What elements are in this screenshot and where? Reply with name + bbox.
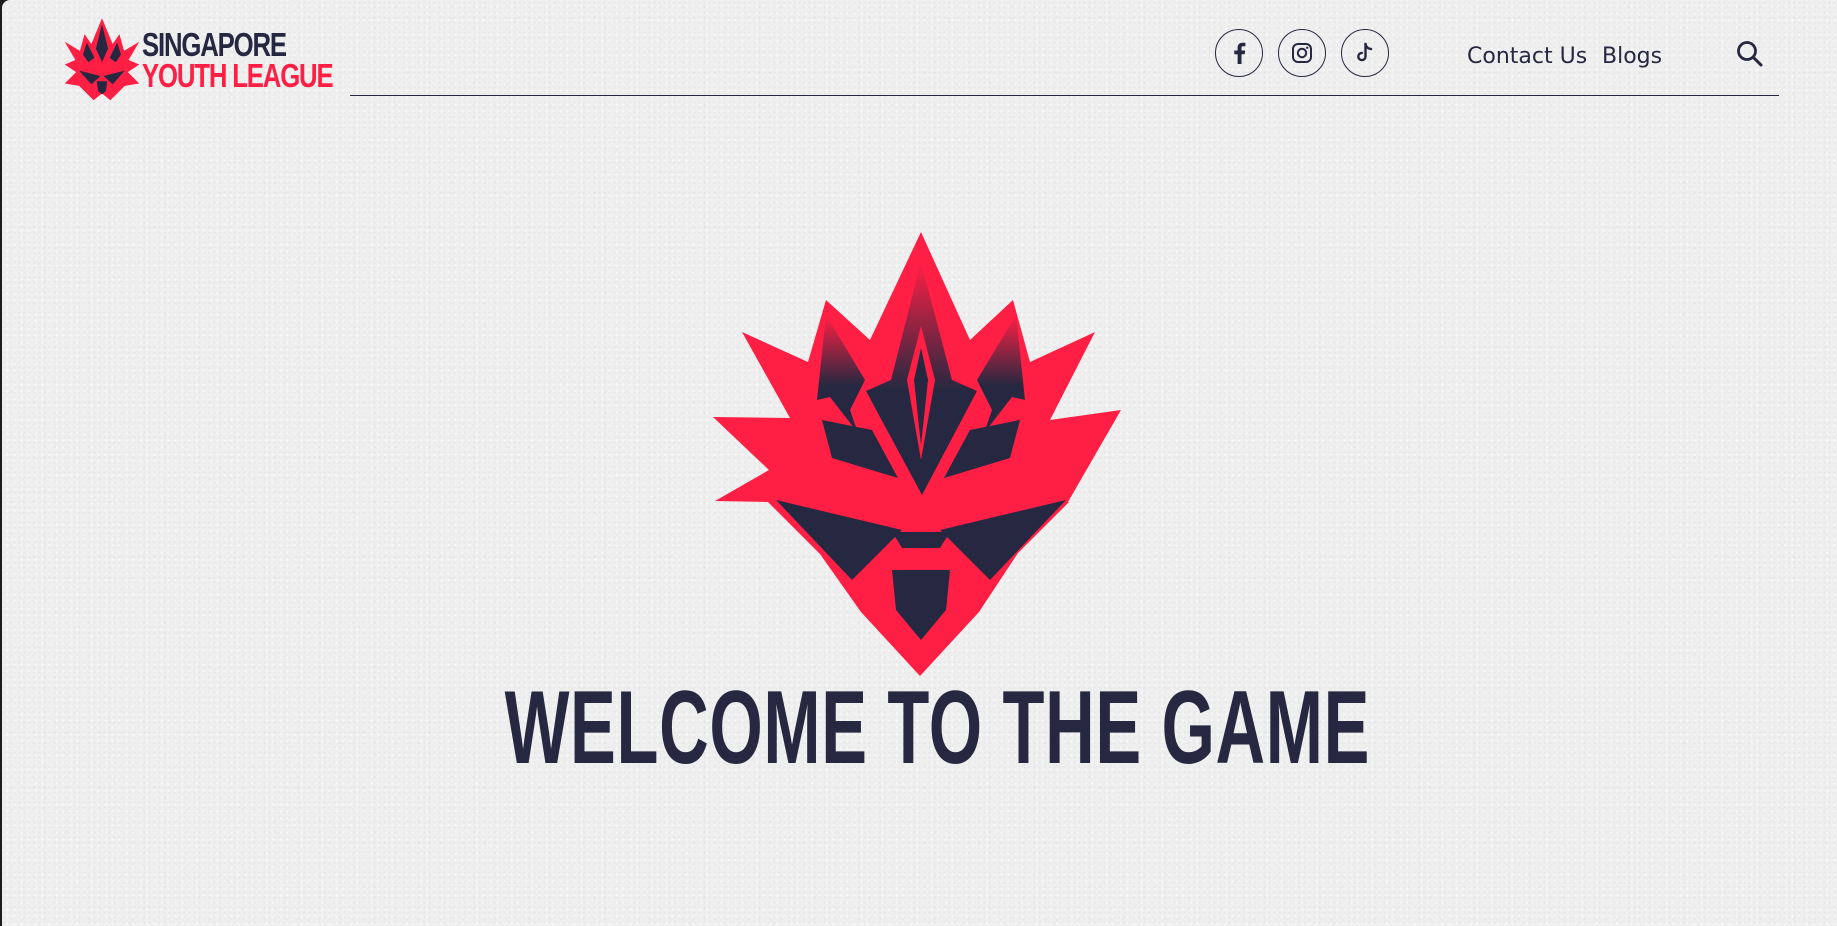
brand-logo-link[interactable]: SINGAPORE YOUTH LEAGUE — [64, 18, 386, 102]
nav-contact-us[interactable]: Contact Us — [1467, 44, 1587, 69]
facebook-icon — [1234, 42, 1246, 64]
search-button[interactable] — [1734, 38, 1766, 70]
facebook-link[interactable] — [1215, 29, 1263, 77]
lion-head-logo-icon — [64, 18, 140, 101]
tiktok-link[interactable] — [1341, 29, 1389, 77]
nav-blogs[interactable]: Blogs — [1602, 44, 1662, 69]
header-divider — [350, 95, 1779, 96]
brand-name-line1: SINGAPORE — [142, 25, 287, 63]
page: SINGAPORE YOUTH LEAGUE Contact Us Blogs — [2, 0, 1837, 926]
instagram-link[interactable] — [1278, 29, 1326, 77]
brand-name-line2: YOUTH LEAGUE — [142, 57, 334, 94]
lion-head-emblem-icon — [713, 232, 1121, 676]
search-icon — [1737, 41, 1763, 67]
hero-title: WELCOME TO THE GAME — [504, 670, 1371, 786]
instagram-icon — [1292, 43, 1312, 63]
tiktok-icon — [1357, 42, 1373, 62]
